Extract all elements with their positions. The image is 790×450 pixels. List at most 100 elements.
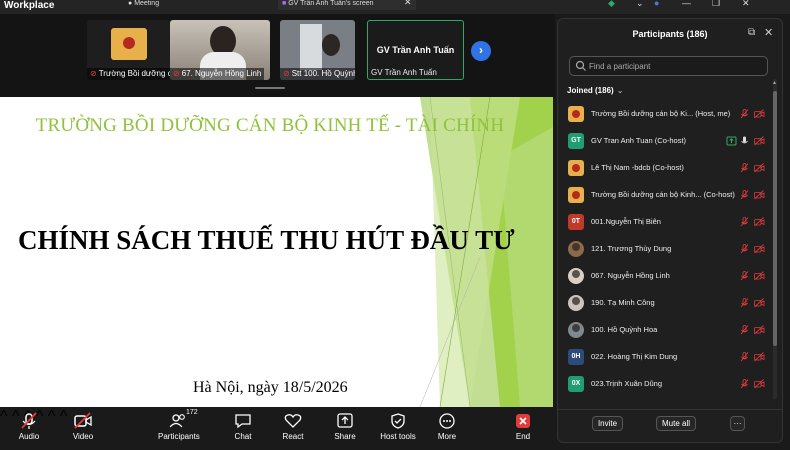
react-options-caret-icon[interactable]: ^ — [48, 408, 56, 425]
scrollbar-thumb[interactable] — [773, 91, 777, 346]
audio-button[interactable]: Audio — [16, 412, 42, 441]
chevron-down-icon[interactable]: ⌄ — [636, 0, 644, 9]
participant-search — [569, 56, 768, 76]
mute-all-button[interactable]: Mute all — [656, 416, 696, 431]
participant-name: Lê Thị Nam -bdcb (Co-host) — [591, 163, 684, 172]
participant-row[interactable]: Trường Bồi dưỡng cán bộ Ki... (Host, me) — [558, 101, 772, 128]
participant-name: 023.Trịnh Xuân Dũng — [591, 379, 663, 388]
participant-row[interactable]: 190. Tạ Minh Công — [558, 290, 772, 317]
title-bar: Workplace ● Meeting ■ GV Trần Anh Tuấn's… — [0, 0, 790, 14]
participant-row[interactable]: Trường Bồi dưỡng cán bộ Kinh... (Co-host… — [558, 182, 772, 209]
participant-row[interactable]: 121. Trương Thùy Dung — [558, 236, 772, 263]
participant-name: Trường Bồi dưỡng cán bộ Ki... (Host, me) — [591, 109, 731, 118]
participant-row[interactable]: 100. Hồ Quỳnh Hoa — [558, 317, 772, 344]
mic-muted-icon[interactable] — [740, 163, 749, 173]
share-options-caret-icon[interactable]: ^ — [60, 408, 68, 425]
chat-button[interactable]: Chat — [232, 412, 254, 441]
video-button[interactable]: Video — [70, 412, 96, 441]
mic-muted-icon[interactable] — [740, 379, 749, 389]
meeting-icon: ● — [128, 0, 133, 7]
video-off-icon[interactable] — [754, 109, 765, 119]
end-button[interactable]: End — [512, 412, 534, 441]
participant-avatar: 0H — [568, 349, 584, 365]
participant-name: 001.Nguyễn Thị Biên — [591, 217, 661, 226]
scroll-up-icon[interactable]: ▲ — [772, 80, 777, 86]
pop-out-icon[interactable]: ⧉ — [748, 27, 755, 38]
school-logo — [111, 28, 147, 60]
mic-muted-icon[interactable] — [740, 352, 749, 362]
video-off-icon[interactable] — [754, 190, 765, 200]
participant-row[interactable]: 0X 023.Trịnh Xuân Dũng — [558, 371, 772, 398]
mic-muted-icon: ⊘ — [173, 69, 180, 78]
participant-photo-avatar — [568, 241, 584, 257]
active-speaker-name: GV Trần Anh Tuấn — [376, 45, 455, 55]
thumbnail-label: ⊘ Stt 100. Hồ Quỳnh — [280, 68, 355, 80]
video-thumbnail-active[interactable]: GV Trần Anh Tuấn GV Trần Anh Tuấn — [367, 20, 464, 80]
participant-row[interactable]: 0T 001.Nguyễn Thị Biên — [558, 209, 772, 236]
close-window-icon[interactable]: ✕ — [742, 0, 750, 9]
video-off-icon[interactable] — [754, 352, 765, 362]
host-tools-button[interactable]: Host tools — [379, 412, 417, 441]
mic-muted-icon[interactable] — [740, 325, 749, 335]
more-button[interactable]: More — [436, 412, 458, 441]
video-off-icon[interactable] — [754, 244, 765, 254]
mic-muted-icon[interactable] — [740, 244, 749, 254]
search-input[interactable] — [589, 59, 764, 73]
video-off-icon[interactable] — [754, 325, 765, 335]
mic-muted-icon[interactable] — [740, 271, 749, 281]
video-thumbnail[interactable]: ⊘ Stt 100. Hồ Quỳnh — [280, 20, 355, 80]
video-off-icon[interactable] — [754, 217, 765, 227]
participants-button[interactable]: Participants — [158, 412, 200, 441]
video-off-icon — [74, 412, 92, 429]
joined-label: Joined (186) — [567, 86, 614, 95]
tab-shared-screen[interactable]: ■ GV Trần Anh Tuấn's screen — [278, 0, 416, 10]
video-off-icon[interactable] — [754, 379, 765, 389]
mic-muted-icon[interactable] — [740, 109, 749, 119]
mic-muted-icon[interactable] — [740, 190, 749, 200]
audio-options-caret-icon[interactable]: ^ — [0, 408, 8, 425]
participant-row[interactable]: 0H 022. Hoàng Thị Kim Dung — [558, 344, 772, 371]
tab-meeting[interactable]: ● Meeting — [120, 0, 270, 10]
strip-drag-handle[interactable] — [255, 87, 285, 89]
mic-icon[interactable] — [740, 136, 749, 146]
participant-row[interactable]: Lê Thị Nam -bdcb (Co-host) — [558, 155, 772, 182]
chevron-right-icon[interactable]: › — [471, 41, 491, 61]
participants-panel: Participants (186) ⧉ ✕ Joined (186)⌄ Trư… — [557, 18, 783, 443]
sharing-screen-icon — [726, 136, 737, 146]
tab-shared-screen-label: GV Trần Anh Tuấn's screen — [288, 0, 374, 7]
video-off-icon[interactable] — [754, 298, 765, 308]
maximize-icon[interactable]: ❐ — [712, 0, 720, 9]
end-label: End — [515, 432, 531, 441]
invite-button[interactable]: Invite — [592, 416, 623, 431]
participant-row[interactable]: GT GV Tran Anh Tuan (Co-host) — [558, 128, 772, 155]
slide-place-date: Hà Nội, ngày 18/5/2026 — [193, 379, 348, 396]
mic-muted-icon: ⊘ — [283, 69, 290, 78]
joined-section-header[interactable]: Joined (186) ⌄ — [567, 86, 623, 95]
video-off-icon[interactable] — [754, 271, 765, 281]
video-off-icon[interactable] — [754, 163, 765, 173]
share-screen-icon — [337, 413, 353, 428]
thumbnail-name: Stt 100. Hồ Quỳnh — [291, 69, 355, 78]
mic-muted-icon[interactable] — [740, 298, 749, 308]
video-thumbnail[interactable]: ⊘ Trường Bồi dưỡng c — [87, 20, 170, 80]
close-tab-icon[interactable]: ✕ — [404, 0, 412, 8]
app-title: Workplace — [4, 0, 55, 11]
video-label: Video — [72, 432, 94, 441]
participant-avatar: GT — [568, 133, 584, 149]
school-logo-avatar — [568, 106, 584, 122]
ellipsis-icon[interactable]: ··· — [730, 416, 745, 431]
participants-list: Trường Bồi dưỡng cán bộ Ki... (Host, me)… — [558, 101, 772, 406]
mic-muted-icon[interactable] — [740, 217, 749, 227]
avatar-icon[interactable]: ● — [654, 0, 659, 8]
slide-school-name: TRƯỜNG BỒI DƯỠNG CÁN BỘ KINH TẾ - TÀI CH… — [35, 115, 505, 136]
video-thumbnail[interactable]: ⊘ 67. Nguyễn Hồng Linh — [170, 20, 270, 80]
react-button[interactable]: React — [282, 412, 304, 441]
share-button[interactable]: Share — [334, 412, 356, 441]
minimize-icon[interactable]: — — [682, 0, 691, 8]
participant-row[interactable]: 067. Nguyễn Hồng Linh — [558, 263, 772, 290]
participant-name: GV Tran Anh Tuan (Co-host) — [591, 136, 687, 145]
video-off-icon[interactable] — [754, 136, 765, 146]
close-panel-icon[interactable]: ✕ — [764, 26, 773, 39]
shield-icon[interactable]: ◆ — [608, 0, 615, 9]
mic-muted-icon: ⊘ — [90, 69, 97, 78]
